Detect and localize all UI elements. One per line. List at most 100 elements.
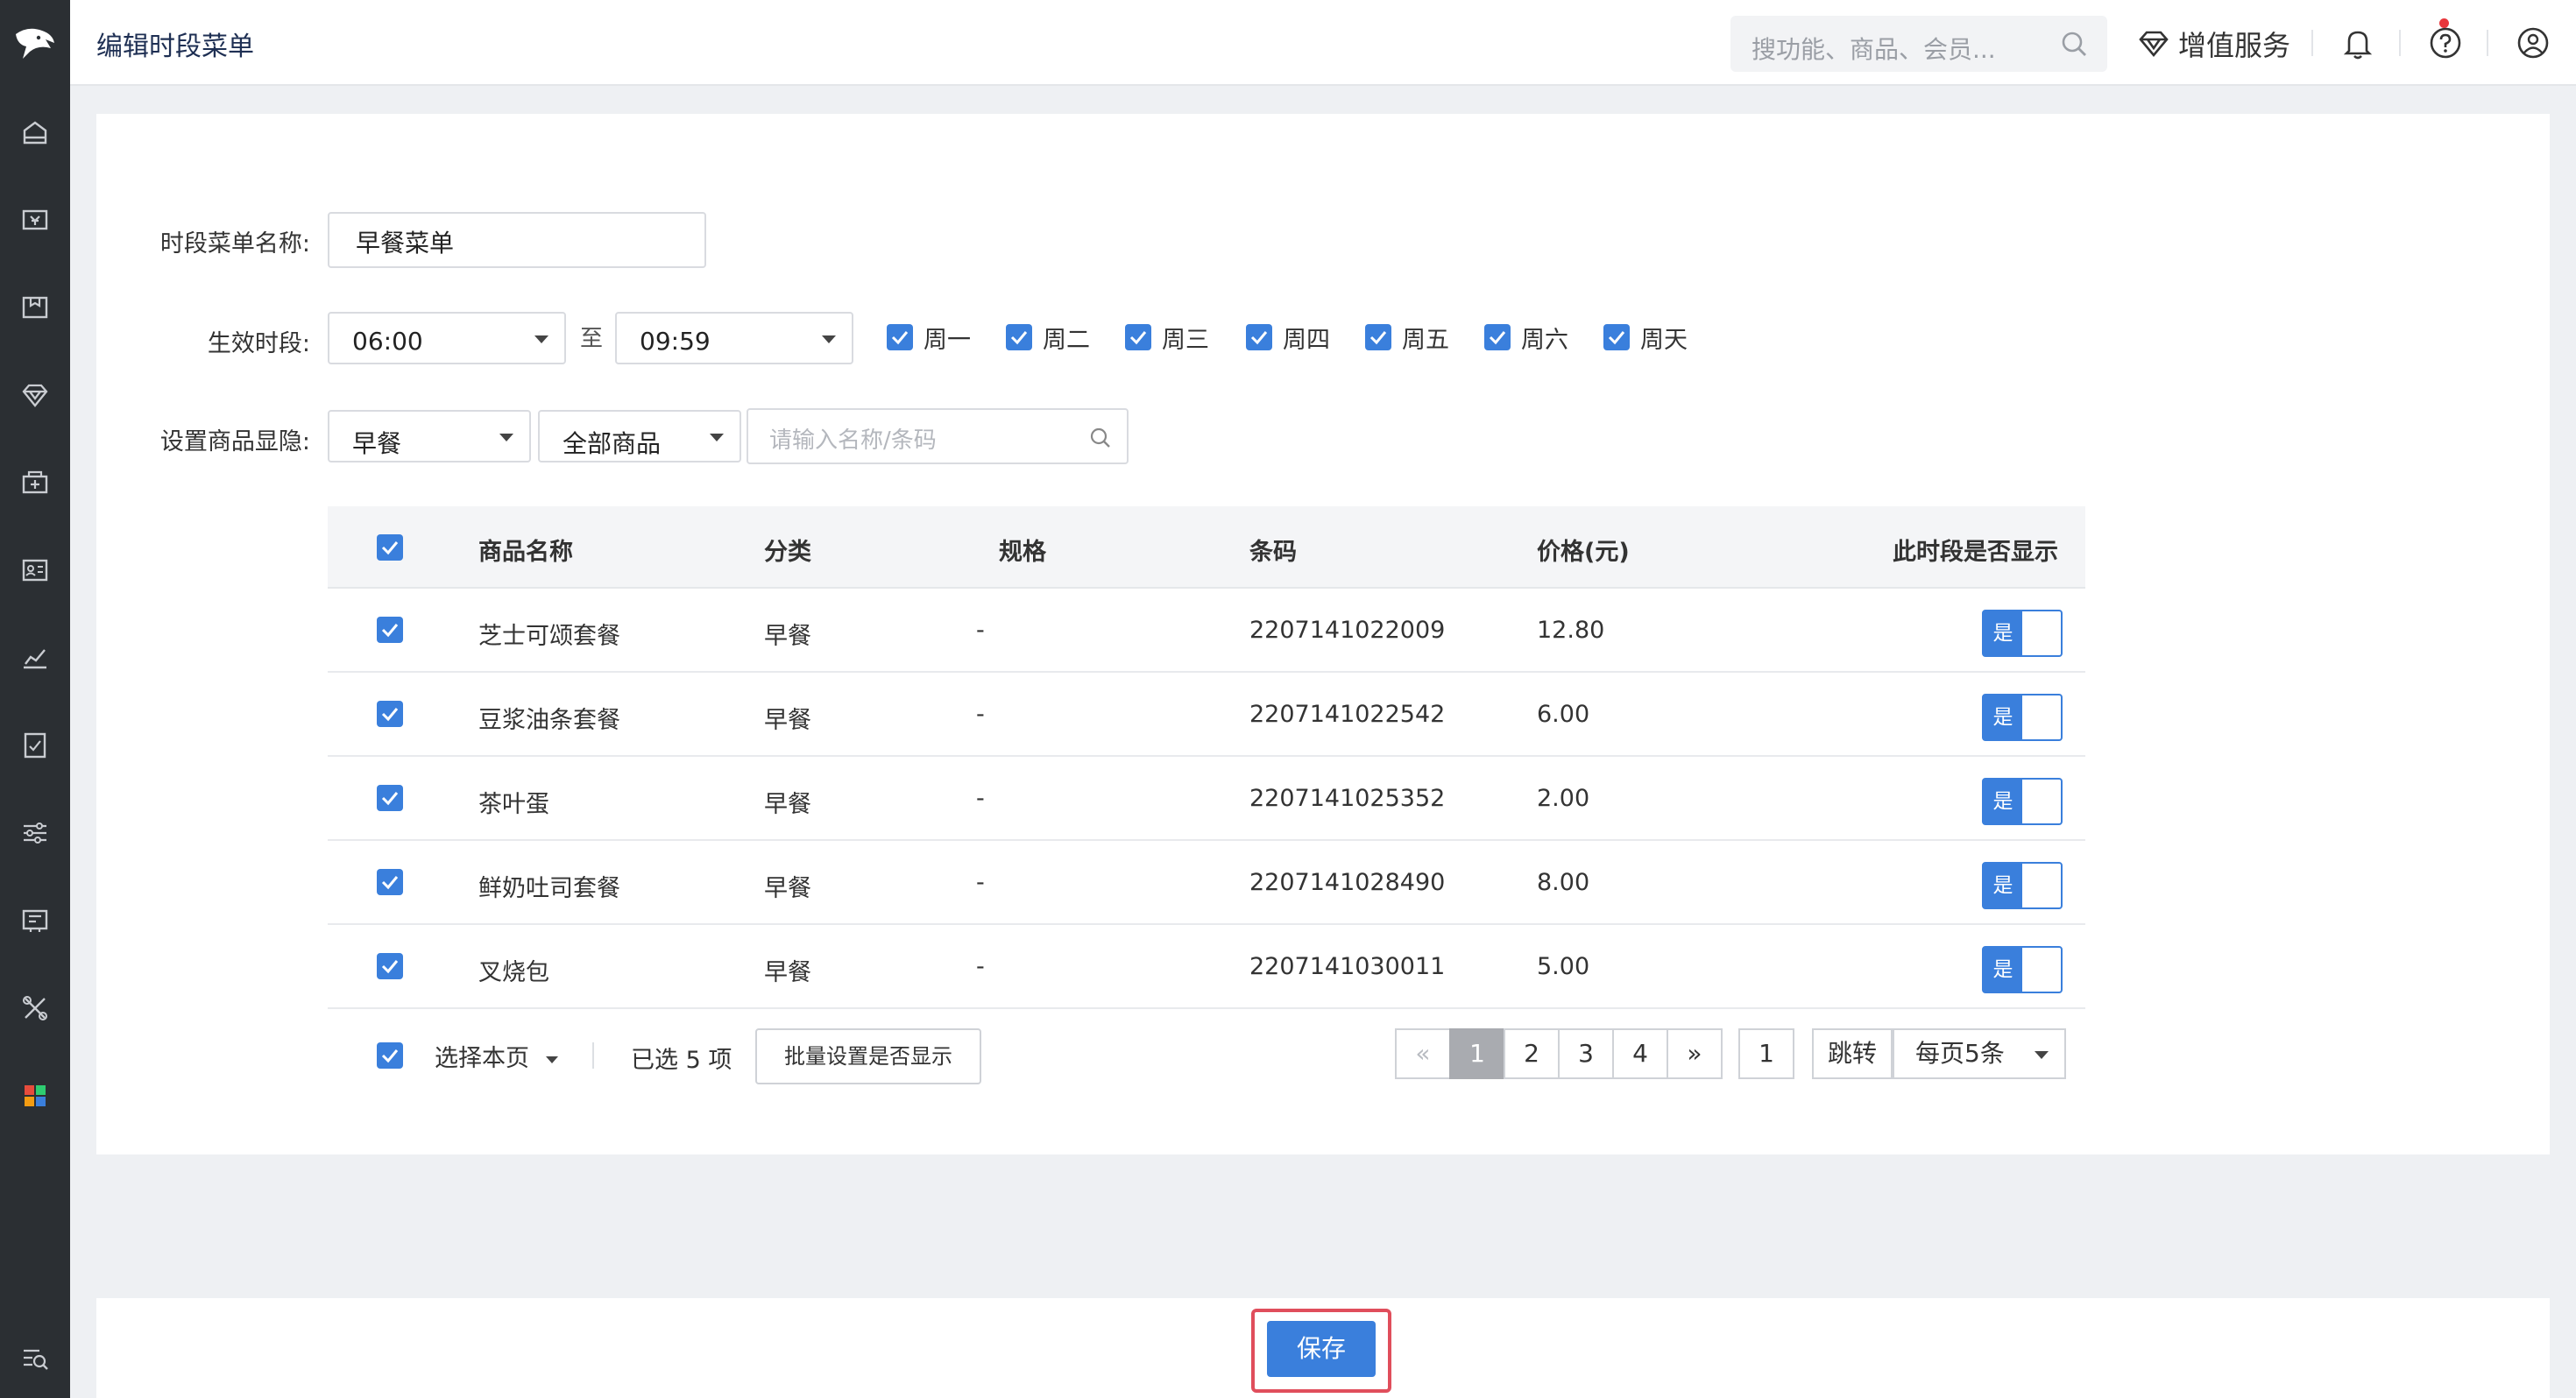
day-label: 周一 [924,326,971,354]
day-checkbox-3[interactable]: 周三 [1125,323,1209,354]
page-button[interactable]: 4 [1612,1028,1668,1079]
jump-page-input[interactable]: 1 [1738,1028,1794,1079]
day-checkbox-6[interactable]: 周六 [1484,323,1568,354]
chevron-down-icon [710,434,724,441]
toggle-on-label: 是 [1984,695,2022,739]
finance-icon[interactable] [15,725,55,766]
day-checkbox-1[interactable]: 周一 [887,323,971,354]
search-icon[interactable] [1088,426,1113,450]
day-label: 周四 [1283,326,1330,354]
global-search-input[interactable]: 搜功能、商品、会员... [1730,16,2107,72]
chevron-down-icon [499,434,513,441]
chevron-down-icon [545,1056,558,1063]
cell-name: 豆浆油条套餐 [478,707,620,734]
toggle-on-label: 是 [1984,864,2022,907]
day-checkbox-7[interactable]: 周天 [1603,323,1688,354]
row-checkbox[interactable] [377,785,403,811]
save-button[interactable]: 保存 [1267,1321,1376,1377]
checkbox[interactable] [1006,324,1032,350]
start-time-select[interactable]: 06:00 [328,312,566,364]
cell-barcode: 2207141022542 [1249,701,1446,728]
row-checkbox[interactable] [377,701,403,727]
select-page-dropdown[interactable]: 选择本页 [435,1039,558,1073]
day-checkbox-5[interactable]: 周五 [1365,323,1449,354]
cell-barcode: 2207141028490 [1249,869,1446,896]
row-checkbox[interactable] [377,953,403,979]
settings-sliders-icon[interactable] [15,813,55,853]
home-icon[interactable] [15,112,55,152]
menu-name-label: 时段菜单名称: [159,230,310,258]
checkbox[interactable] [1246,324,1272,350]
cell-barcode: 2207141025352 [1249,785,1446,812]
day-checkbox-2[interactable]: 周二 [1006,323,1090,354]
product-scope-select[interactable]: 全部商品 [538,410,741,462]
check-icon [381,541,399,555]
checkbox[interactable] [1603,324,1630,350]
tools-icon[interactable] [15,988,55,1028]
per-page-value: 每页5条 [1915,1039,2005,1068]
visibility-label: 设置商品显隐: [159,428,310,455]
divider [2311,30,2313,56]
end-time-select[interactable]: 09:59 [615,312,853,364]
cell-category: 早餐 [764,623,811,650]
logo[interactable] [0,0,70,86]
apps-icon[interactable] [15,1076,55,1116]
show-toggle[interactable]: 是 [1982,778,2063,825]
to-label: 至 [580,326,604,352]
checkbox[interactable] [1484,324,1511,350]
marketing-icon[interactable] [15,462,55,503]
user-icon[interactable] [2513,23,2553,63]
value-added-service-link[interactable]: 增值服务 [2136,23,2290,65]
show-toggle[interactable]: 是 [1982,694,2063,741]
category-select[interactable]: 早餐 [328,410,531,462]
menu-name-input[interactable]: 早餐菜单 [328,212,706,268]
jump-button[interactable]: 跳转 [1812,1028,1893,1079]
product-search-input[interactable]: 请输入名称/条码 [747,408,1129,464]
help-icon[interactable] [2425,23,2466,63]
checkbox[interactable] [887,324,913,350]
member-icon[interactable] [15,375,55,415]
divider [2399,30,2401,56]
select-page-checkbox[interactable] [377,1042,403,1069]
cell-price: 8.00 [1537,869,1590,896]
global-search-placeholder: 搜功能、商品、会员... [1752,35,1996,64]
page-button[interactable]: 1 [1449,1028,1505,1079]
show-toggle[interactable]: 是 [1982,610,2063,657]
category-select-value: 早餐 [352,429,402,458]
cell-spec: - [976,869,985,896]
cell-name: 芝士可颂套餐 [478,623,620,650]
show-toggle[interactable]: 是 [1982,946,2063,993]
table-row: 豆浆油条套餐 早餐 - 2207141022542 6.00 是 [328,673,2085,757]
per-page-select[interactable]: 每页5条 [1893,1028,2066,1079]
next-page-button[interactable]: » [1667,1028,1723,1079]
cell-category: 早餐 [764,959,811,986]
check-icon [1129,331,1147,345]
report-icon[interactable] [15,638,55,678]
check-icon [1250,331,1268,345]
search-icon[interactable] [2058,28,2090,60]
table-header: 商品名称 分类 规格 条码 价格(元) 此时段是否显示 [328,506,2085,589]
prev-page-button[interactable]: « [1395,1028,1451,1079]
page-button[interactable]: 2 [1504,1028,1560,1079]
cashier-icon[interactable] [15,200,55,240]
staff-icon[interactable] [15,550,55,590]
page-button[interactable]: 3 [1558,1028,1614,1079]
divider [592,1042,594,1069]
select-all-checkbox[interactable] [377,534,403,561]
day-checkbox-4[interactable]: 周四 [1246,323,1330,354]
checkbox[interactable] [1125,324,1151,350]
table-row: 茶叶蛋 早餐 - 2207141025352 2.00 是 [328,757,2085,841]
day-label: 周二 [1043,326,1090,354]
device-icon[interactable] [15,900,55,941]
bell-icon[interactable] [2338,23,2378,63]
row-checkbox[interactable] [377,869,403,895]
checkbox[interactable] [1365,324,1391,350]
show-toggle[interactable]: 是 [1982,862,2063,909]
row-checkbox[interactable] [377,617,403,643]
toggle-on-label: 是 [1984,611,2022,655]
product-scope-value: 全部商品 [563,429,662,458]
search-menu-icon[interactable] [15,1338,55,1379]
goods-icon[interactable] [15,287,55,328]
cell-category: 早餐 [764,791,811,818]
batch-set-visibility-button[interactable]: 批量设置是否显示 [755,1028,981,1084]
